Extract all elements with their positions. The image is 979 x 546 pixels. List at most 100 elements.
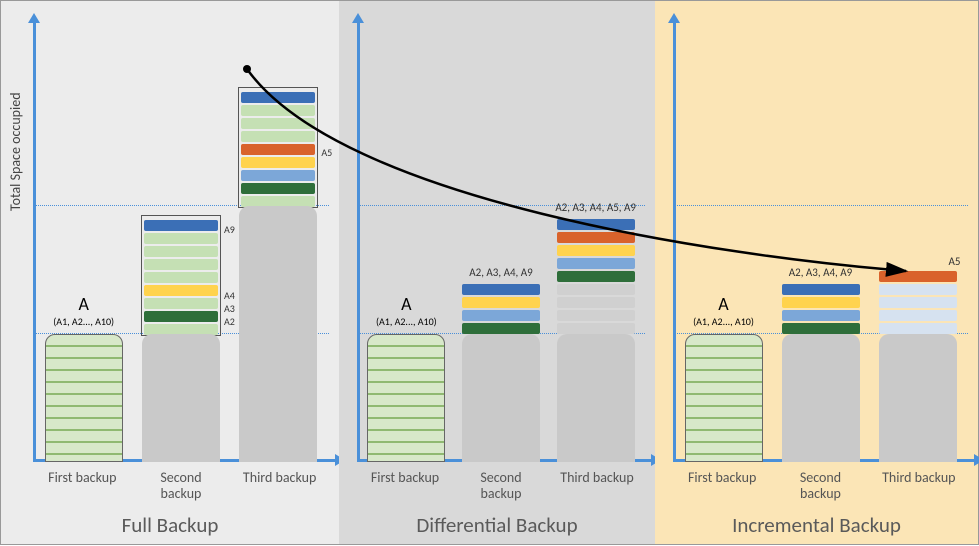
xlabel: Third backup bbox=[241, 470, 319, 502]
full-copy bbox=[142, 216, 220, 335]
block-A5 bbox=[241, 144, 315, 155]
block-A4 bbox=[782, 297, 860, 308]
block-prev bbox=[879, 310, 957, 321]
xlabel: First backup bbox=[43, 470, 121, 502]
xlabel: Second backup bbox=[781, 470, 859, 502]
panel-differential-backup: A (A1, A2..., A10) A2, A3, A4, A9 bbox=[339, 1, 655, 544]
incr-copy-prev-grey bbox=[879, 282, 957, 334]
anno-a2: A2 bbox=[224, 315, 235, 328]
x-labels-full: First backup Second backup Third backup bbox=[33, 470, 329, 502]
block-A2 bbox=[557, 271, 635, 282]
stack-anno: A2, A3, A4, A5, A9 bbox=[541, 201, 650, 216]
block bbox=[241, 118, 315, 129]
bar-incr-3: A5 bbox=[879, 269, 957, 462]
block-A3 bbox=[462, 310, 540, 321]
panel-title-incr: Incremental Backup bbox=[655, 512, 978, 538]
block-A4 bbox=[462, 297, 540, 308]
prior-space bbox=[879, 334, 957, 462]
data-block-A bbox=[45, 334, 123, 462]
col-a-title: A (A1, A2..., A10) bbox=[669, 293, 779, 328]
bar-incr-1: A (A1, A2..., A10) bbox=[685, 334, 763, 462]
bar-full-3: A5 bbox=[239, 88, 317, 462]
full-copy bbox=[239, 88, 317, 207]
anno-a4: A4 bbox=[224, 289, 235, 302]
block-A2 bbox=[782, 323, 860, 334]
block-prev bbox=[879, 284, 957, 295]
panel-title-diff: Differential Backup bbox=[339, 512, 655, 538]
block-A2 bbox=[241, 183, 315, 194]
prior-space bbox=[557, 334, 635, 462]
block-prev bbox=[879, 297, 957, 308]
prior-space bbox=[142, 334, 220, 462]
block-prev bbox=[557, 284, 635, 295]
bar-full-1: A (A1, A2..., A10) bbox=[45, 334, 123, 462]
xlabel: Third backup bbox=[558, 470, 636, 502]
y-axis bbox=[33, 21, 36, 462]
block-A4 bbox=[241, 157, 315, 168]
data-block-A bbox=[685, 334, 763, 462]
block-prev bbox=[557, 323, 635, 334]
x-labels-diff: First backup Second backup Third backup bbox=[357, 470, 645, 502]
block-A9 bbox=[144, 220, 218, 231]
block-A5 bbox=[879, 271, 957, 282]
y-axis bbox=[357, 21, 360, 462]
bars-diff: A (A1, A2..., A10) A2, A3, A4, A9 bbox=[363, 217, 639, 462]
block-A3 bbox=[144, 298, 218, 309]
block bbox=[144, 259, 218, 270]
col-a-title: A (A1, A2..., A10) bbox=[29, 293, 139, 328]
anno-a9: A9 bbox=[224, 223, 235, 236]
block-A4 bbox=[144, 285, 218, 296]
block-A3 bbox=[557, 258, 635, 269]
block-A4 bbox=[557, 245, 635, 256]
stack-anno: A5 bbox=[949, 255, 961, 270]
block bbox=[144, 246, 218, 257]
chart-full: A (A1, A2..., A10) bbox=[33, 29, 329, 462]
block bbox=[241, 170, 315, 181]
xlabel: Second backup bbox=[462, 470, 540, 502]
stack-anno: A2, A3, A4, A9 bbox=[446, 266, 555, 281]
diagram-canvas: Total Space occupied A (A1, A2..., A10) bbox=[0, 0, 979, 545]
block bbox=[241, 131, 315, 142]
data-block-A bbox=[367, 334, 445, 462]
bar-full-2: A2 A3 A4 A9 bbox=[142, 216, 220, 462]
bars-incr: A (A1, A2..., A10) A2, A3, A4, A9 bbox=[679, 269, 962, 462]
anno-a3: A3 bbox=[224, 302, 235, 315]
prior-space bbox=[782, 334, 860, 462]
block bbox=[144, 233, 218, 244]
prior-space bbox=[462, 334, 540, 462]
panel-full-backup: Total Space occupied A (A1, A2..., A10) bbox=[1, 1, 339, 544]
x-labels-incr: First backup Second backup Third backup bbox=[673, 470, 968, 502]
chart-incr: A (A1, A2..., A10) A2, A3, A4, A9 bbox=[673, 29, 968, 462]
xlabel: First backup bbox=[366, 470, 444, 502]
xlabel: Second backup bbox=[142, 470, 220, 502]
block-A5 bbox=[557, 232, 635, 243]
stack-anno: A2, A3, A4, A9 bbox=[766, 266, 875, 281]
anno-a5: A5 bbox=[321, 146, 332, 159]
bar-incr-2: A2, A3, A4, A9 bbox=[782, 282, 860, 462]
diff-copy: A2, A3, A4, A5, A9 bbox=[557, 217, 635, 282]
block-prev bbox=[879, 323, 957, 334]
xlabel: First backup bbox=[683, 470, 761, 502]
block-A3 bbox=[782, 310, 860, 321]
y-axis-label: Total Space occupied bbox=[7, 92, 24, 211]
prior-space bbox=[239, 206, 317, 462]
bar-diff-3: A2, A3, A4, A5, A9 bbox=[557, 217, 635, 462]
block bbox=[241, 105, 315, 116]
chart-diff: A (A1, A2..., A10) A2, A3, A4, A9 bbox=[357, 29, 645, 462]
block-A9 bbox=[782, 284, 860, 295]
block-A9 bbox=[557, 219, 635, 230]
panel-incremental-backup: A (A1, A2..., A10) A2, A3, A4, A9 bbox=[655, 1, 978, 544]
diff-copy-prev-grey bbox=[557, 282, 635, 334]
incr-copy: A2, A3, A4, A9 bbox=[782, 282, 860, 334]
xlabel: Third backup bbox=[880, 470, 958, 502]
gridline bbox=[673, 205, 968, 206]
block-A9 bbox=[462, 284, 540, 295]
block-prev bbox=[557, 310, 635, 321]
y-axis bbox=[673, 21, 676, 462]
bar-diff-1: A (A1, A2..., A10) bbox=[367, 334, 445, 462]
incr-copy: A5 bbox=[879, 269, 957, 282]
block-prev bbox=[557, 297, 635, 308]
block-A2 bbox=[144, 311, 218, 322]
block bbox=[144, 272, 218, 283]
block-A9 bbox=[241, 92, 315, 103]
